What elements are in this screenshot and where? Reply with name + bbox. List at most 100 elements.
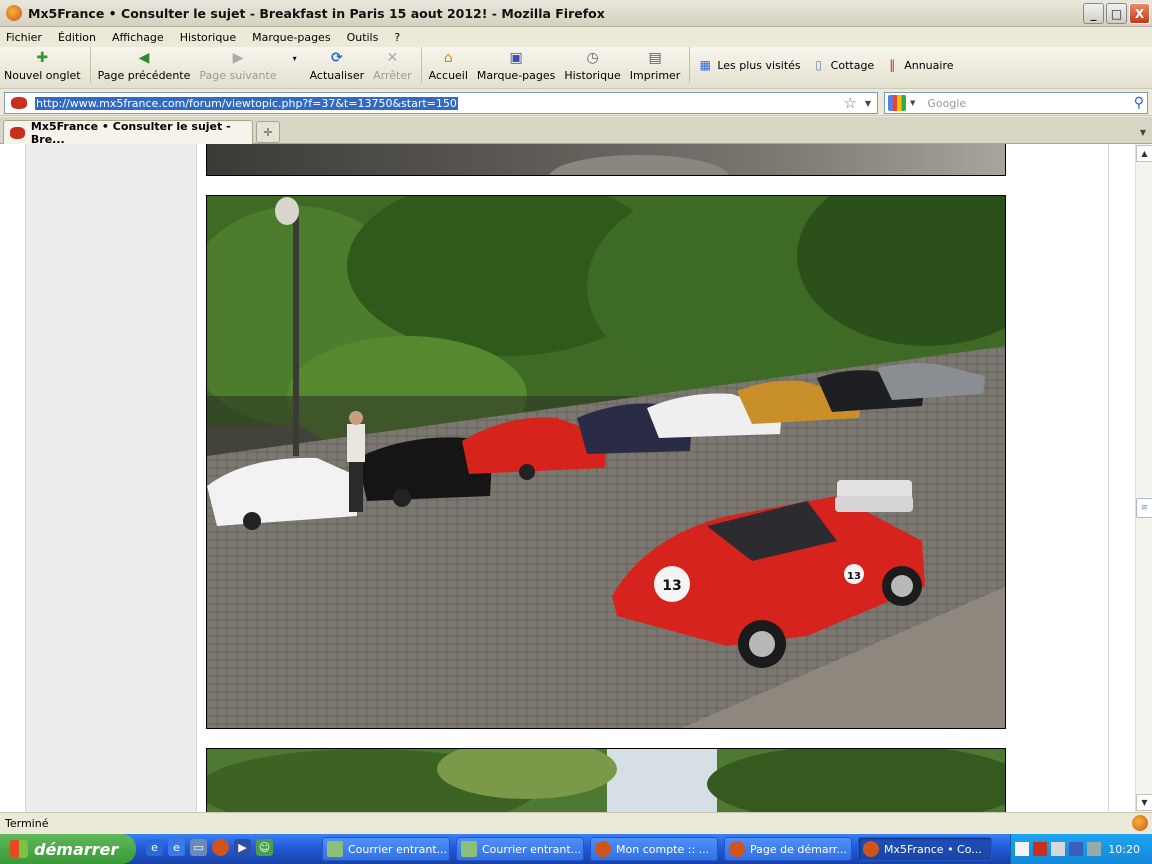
right-margin-panel: [1108, 144, 1135, 812]
printer-icon: ▤: [648, 50, 662, 66]
forward-label: Page suivante: [199, 69, 277, 82]
menu-file[interactable]: Fichier: [6, 31, 42, 44]
history-dropdown[interactable]: ▾ .: [286, 44, 304, 82]
task-label: Page de démarr...: [750, 842, 847, 856]
most-visited-icon: ▦: [699, 58, 711, 72]
bookmark-most-visited-label: Les plus visités: [717, 58, 801, 72]
desktop-icon[interactable]: ▭: [190, 839, 207, 856]
svg-text:13: 13: [847, 571, 861, 582]
taskbar-item-mx5france[interactable]: Mx5France • Co...: [858, 837, 992, 861]
bookmark-annuaire[interactable]: ‖ Annuaire: [884, 57, 953, 73]
forum-photo-next: [206, 748, 1006, 812]
status-text: Terminé: [5, 817, 49, 830]
home-button[interactable]: ⌂ Accueil: [429, 50, 468, 82]
menu-view[interactable]: Affichage: [112, 31, 164, 44]
mail-icon: [461, 841, 477, 857]
search-box[interactable]: ▼ Google ⚲: [884, 92, 1148, 114]
firefox-icon: [729, 841, 745, 857]
close-button[interactable]: X: [1129, 3, 1150, 24]
clock-icon: ◷: [586, 50, 599, 66]
bookmark-cottage[interactable]: ▯ Cottage: [811, 57, 875, 73]
new-tab-button[interactable]: ✚ Nouvel onglet: [4, 50, 81, 82]
menu-help[interactable]: ?: [394, 31, 400, 44]
bookmark-most-visited[interactable]: ▦ Les plus visités: [697, 57, 801, 73]
reload-label: Actualiser: [309, 69, 365, 82]
vertical-scrollbar[interactable]: ▲ ≡ ▼: [1135, 144, 1152, 812]
address-bar[interactable]: http://www.mx5france.com/forum/viewtopic…: [4, 92, 878, 114]
print-button[interactable]: ▤ Imprimer: [630, 50, 681, 82]
task-label: Courrier entrant...: [482, 842, 582, 856]
scroll-thumb[interactable]: ≡: [1136, 498, 1152, 518]
bookmark-cottage-label: Cottage: [830, 58, 875, 72]
taskbar-item-mail-1[interactable]: Courrier entrant...: [322, 837, 450, 861]
new-tab-icon[interactable]: ✛: [256, 121, 280, 143]
search-placeholder: Google: [927, 96, 967, 110]
volume-icon[interactable]: [1051, 842, 1065, 856]
back-label: Page précédente: [97, 69, 191, 82]
history-button[interactable]: ◷ Historique: [564, 50, 620, 82]
menu-bookmarks[interactable]: Marque-pages: [252, 31, 330, 44]
start-button[interactable]: démarrer: [0, 834, 136, 864]
forward-button[interactable]: ▶ Page suivante: [199, 50, 276, 82]
firefox-icon: [6, 5, 22, 21]
network-icon[interactable]: [1069, 842, 1083, 856]
firefox-status-icon: [1132, 815, 1148, 831]
firefox-icon: [863, 841, 879, 857]
bookmarks-icon: ▣: [509, 50, 523, 66]
task-label: Courrier entrant...: [348, 842, 448, 856]
toolbar-separator: [420, 46, 422, 83]
toolbar-separator: [689, 46, 691, 83]
tab-bar: Mx5France • Consulter le sujet - Bre... …: [0, 117, 1152, 146]
menu-history[interactable]: Historique: [180, 31, 236, 44]
new-tab-icon: ✚: [36, 50, 49, 66]
status-bar: Terminé: [0, 812, 1152, 834]
tab-list-icon[interactable]: ▼: [1136, 122, 1150, 142]
address-url[interactable]: http://www.mx5france.com/forum/viewtopic…: [35, 96, 458, 110]
quick-launch: e e ▭ ▶ ☺: [146, 839, 273, 856]
scroll-up-icon[interactable]: ▲: [1136, 145, 1152, 162]
taskbar-item-account[interactable]: Mon compte :: ...: [590, 837, 718, 861]
window-title: Mx5France • Consulter le sujet - Breakfa…: [28, 5, 605, 21]
tab-mx5france[interactable]: Mx5France • Consulter le sujet - Bre...: [3, 120, 253, 146]
reload-button[interactable]: ⟳ Actualiser: [310, 50, 365, 82]
menu-tools[interactable]: Outils: [347, 31, 379, 44]
history-label: Historique: [564, 69, 621, 82]
menu-edit[interactable]: Édition: [58, 31, 96, 44]
taskbar-item-start-page[interactable]: Page de démarr...: [724, 837, 852, 861]
back-arrow-icon: ◀: [138, 50, 150, 66]
document-icon[interactable]: [1015, 842, 1029, 856]
google-icon[interactable]: [888, 95, 906, 111]
minimize-button[interactable]: _: [1083, 3, 1104, 24]
search-icon[interactable]: ⚲: [1134, 95, 1144, 111]
forum-photo-previous: [206, 144, 1006, 176]
forum-photo-mx5-lineup: 13 13: [206, 195, 1006, 729]
ie-icon[interactable]: e: [146, 839, 163, 856]
site-favicon-icon: [11, 97, 27, 109]
firefox-icon[interactable]: [212, 839, 229, 856]
print-label: Imprimer: [629, 69, 681, 82]
back-button[interactable]: ◀ Page précédente: [98, 50, 191, 82]
media-player-icon[interactable]: ▶: [234, 839, 251, 856]
ie-alt-icon[interactable]: e: [168, 839, 185, 856]
dropdown-arrow-icon: ▾: [292, 53, 297, 63]
task-label: Mx5France • Co...: [884, 842, 982, 856]
maximize-button[interactable]: □: [1106, 3, 1127, 24]
messenger-icon[interactable]: ☺: [256, 839, 273, 856]
engine-dropdown-icon[interactable]: ▼: [910, 99, 915, 107]
mail-icon: [327, 841, 343, 857]
annuaire-icon: ‖: [889, 58, 896, 72]
window-titlebar: Mx5France • Consulter le sujet - Breakfa…: [0, 0, 1152, 27]
location-row: http://www.mx5france.com/forum/viewtopic…: [0, 90, 1152, 116]
star-icon[interactable]: ☆: [844, 94, 857, 112]
bookmarks-label: Marque-pages: [476, 69, 556, 82]
taskbar-item-mail-2[interactable]: Courrier entrant...: [456, 837, 584, 861]
scroll-down-icon[interactable]: ▼: [1136, 794, 1152, 811]
bookmarks-button[interactable]: ▣ Marque-pages: [477, 50, 555, 82]
settings-icon[interactable]: [1087, 842, 1101, 856]
antivirus-icon[interactable]: [1033, 842, 1047, 856]
page-icon: ▯: [815, 58, 822, 72]
url-dropdown-icon[interactable]: ▼: [865, 99, 871, 108]
menu-bar: Fichier Édition Affichage Historique Mar…: [0, 27, 1152, 47]
windows-flag-icon: [10, 840, 28, 858]
stop-button[interactable]: ✕ Arrêter: [373, 50, 412, 82]
